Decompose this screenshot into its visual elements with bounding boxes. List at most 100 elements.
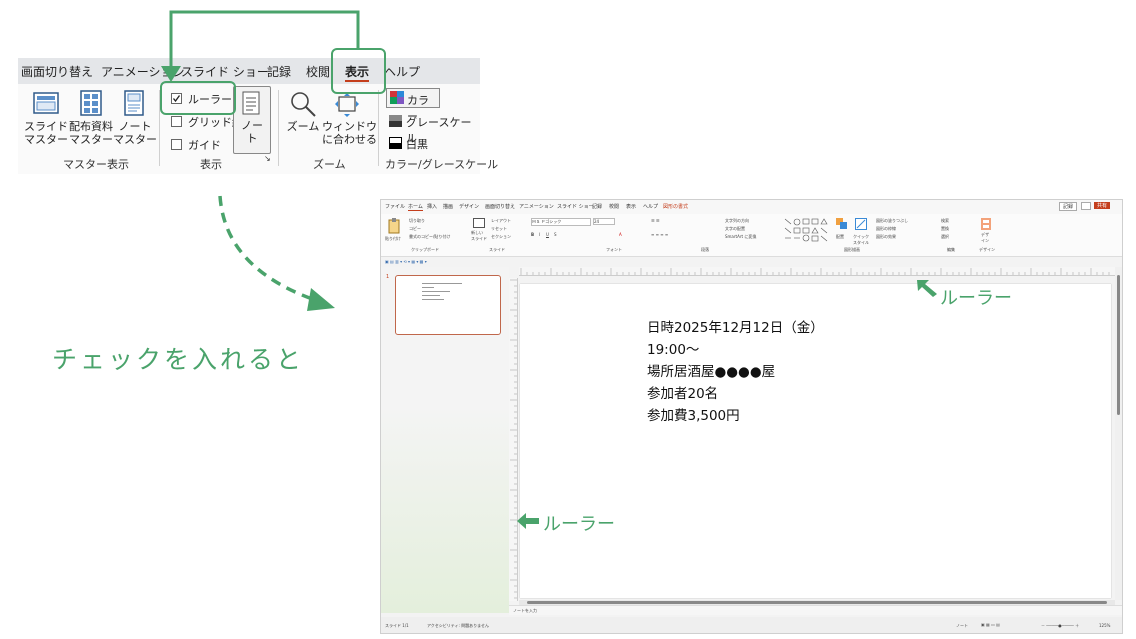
dashed-arrow-head-icon [307,288,335,311]
reset-button[interactable]: リセット [491,226,507,232]
bullets-icon[interactable]: ☰ ☰ [651,218,659,223]
vertical-ruler[interactable] [509,278,518,601]
paste-icon[interactable] [387,218,401,234]
designer-icon[interactable] [981,218,991,230]
zoom-slider[interactable]: － ─────●───── ＋ [1041,623,1079,629]
strikethrough-icon[interactable]: S [554,232,557,237]
ruler-callout-top: ルーラー [940,288,1012,309]
menu-record[interactable]: 記録 [592,203,602,210]
group-label-clipboard: クリップボード [411,247,439,252]
dialog-launcher-icon[interactable]: ↘ [264,154,271,163]
section-button[interactable]: セクション [491,234,511,240]
italic-icon[interactable]: I [539,232,540,237]
designer-label[interactable]: デザ イン [981,232,989,244]
menu-slideshow[interactable]: スライド ショー [557,203,594,210]
group-label-color: カラー/グレースケール [385,158,499,171]
arrow-head-icon [161,66,181,82]
layout-button[interactable]: レイアウト [491,218,511,224]
select-button[interactable]: 選択 [941,234,949,240]
black-white-icon [389,137,402,149]
quick-style-label[interactable]: クイック スタイル [853,234,869,246]
group-divider [278,90,279,166]
paste-label: 貼り付け [385,236,401,241]
menu-file[interactable]: ファイル [385,203,405,210]
quick-access-icons[interactable]: ▣ ▤ ▥ ▾ ⟲ ▾ ▦ ▾ ▩ ▾ [385,259,427,264]
grayscale-button[interactable]: グレースケール [388,113,478,145]
caption-text: チェックを入れると [52,345,305,374]
slide-text-line-time[interactable]: 19:00〜 [647,338,699,358]
align-text-button[interactable]: 文字の配置 [725,226,745,232]
fit-to-window-button[interactable]: ウィンドウ に合わせる [322,120,377,146]
align-icons[interactable]: ≡ ≡ ≡ ≡ [651,232,668,237]
accessibility-status[interactable]: アクセシビリティ: 問題ありません [427,623,489,629]
slide-master-button[interactable]: スライド マスター [22,120,70,146]
menu-transitions[interactable]: 画面切り替え [485,203,515,210]
shape-outline-button[interactable]: 図形の枠線 [876,226,896,232]
quick-style-icon[interactable] [855,218,867,230]
menu-shape-format[interactable]: 図形の書式 [663,203,688,210]
new-slide-label[interactable]: 新しい スライド [471,230,487,242]
slide-text-line-place[interactable]: 場所居酒屋●●●●屋 [647,360,775,380]
shape-fill-button[interactable]: 図形の塗りつぶし [876,218,908,224]
font-name-select[interactable]: ＭＳ Ｐゴシック [531,218,591,226]
find-button[interactable]: 検索 [941,218,949,224]
slide-text-line-attendees[interactable]: 参加者20名 [647,382,718,402]
group-label-zoom: ズーム [313,158,346,171]
menu-help[interactable]: ヘルプ [643,203,658,210]
handout-master-button[interactable]: 配布資料 マスター [66,120,116,146]
smartart-button[interactable]: SmartArt に変換 [725,234,756,240]
notes-pane[interactable]: ノートを入力 [509,605,1122,615]
group-label-editing: 編集 [947,247,955,252]
cut-button[interactable]: 切り取り [409,218,425,224]
comment-icon[interactable] [1081,202,1091,210]
callout-arrow-left-icon [517,513,539,529]
record-button[interactable]: 記録 [1059,202,1078,211]
black-white-label: 白黒 [406,138,428,151]
horizontal-ruler[interactable] [519,267,1115,276]
notes-master-button[interactable]: ノート マスター [113,120,157,146]
notes-placeholder: ノートを入力 [513,608,537,613]
slide-text-line-datetime[interactable]: 日時2025年12月12日（金） [647,316,824,336]
menu-insert[interactable]: 挿入 [427,203,437,210]
shapes-gallery-icon[interactable] [783,217,833,243]
font-color-icon[interactable]: A [619,232,622,237]
quick-access-toolbar: ▣ ▤ ▥ ▾ ⟲ ▾ ▦ ▾ ▩ ▾ [381,257,1122,267]
view-mode-icons[interactable]: ▣ ▦ ▭ ▤ [981,622,1000,627]
slide-thumbnail[interactable] [395,275,501,335]
shape-effect-button[interactable]: 図形の効果 [876,234,896,240]
checkbox-icon[interactable] [171,116,182,127]
menu-animations[interactable]: アニメーション [519,203,554,210]
bold-icon[interactable]: B [531,232,534,237]
new-slide-icon[interactable] [473,218,485,228]
slide-canvas[interactable]: 日時2025年12月12日（金） 19:00〜 場所居酒屋●●●●屋 参加者20… [520,284,1111,598]
group-label-show: 表示 [200,158,222,171]
replace-button[interactable]: 置換 [941,226,949,232]
arrange-icon[interactable] [836,218,848,230]
guides-checkbox-label: ガイド [188,139,221,152]
checkbox-icon[interactable] [171,139,182,150]
group-label-designer: デザイン [979,247,995,252]
format-painter-button[interactable]: 書式のコピー/貼り付け [409,234,450,240]
text-direction-button[interactable]: 文字列の方向 [725,218,749,224]
arrange-label[interactable]: 配置 [836,234,844,240]
black-white-button[interactable]: 白黒 [388,135,448,151]
font-size-select[interactable]: 24 [593,218,615,225]
zoom-level[interactable]: 125% [1099,623,1110,628]
vertical-scrollbar[interactable] [1115,267,1122,600]
menu-review[interactable]: 校閲 [609,203,619,210]
underline-icon[interactable]: U [546,232,549,237]
ruler-callout-left: ルーラー [543,514,615,535]
group-label-master: マスター表示 [63,158,129,171]
menu-draw[interactable]: 描画 [443,203,453,210]
slide-text-line-fee[interactable]: 参加費3,500円 [647,404,740,424]
copy-button[interactable]: コピー [409,226,421,232]
guides-checkbox[interactable]: ガイド [171,137,221,153]
menu-home[interactable]: ホーム [408,203,423,211]
zoom-button[interactable]: ズーム [282,120,324,133]
home-ribbon: 貼り付け 切り取り コピー 書式のコピー/貼り付け クリップボード 新しい スラ… [381,214,1122,257]
share-button[interactable]: 共有 [1094,202,1111,209]
menu-design[interactable]: デザイン [459,203,479,210]
notes-status-button[interactable]: ノート [956,623,968,629]
menu-view[interactable]: 表示 [626,203,636,210]
grayscale-icon [389,115,402,127]
